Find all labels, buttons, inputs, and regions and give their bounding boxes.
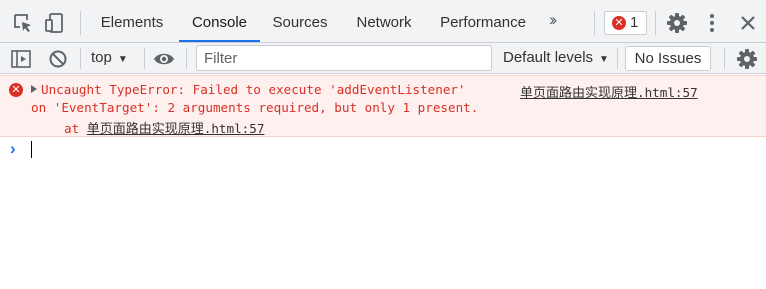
dropdown-arrow-icon: ▼ [599, 54, 609, 65]
stack-source-link[interactable]: 单页面路由实现原理.html:57 [86, 121, 265, 137]
toggle-sidebar-icon[interactable] [10, 48, 32, 70]
divider [594, 11, 595, 35]
stack-source-file-name: 单页面路由实现原理 [86, 122, 204, 137]
devtools-tab-bar: Elements Console Sources Network Perform… [0, 0, 766, 43]
source-location: .html:57 [637, 85, 698, 100]
more-tabs-chevron-icon[interactable]: ›› [549, 10, 558, 30]
stack-source-location: .html:57 [203, 121, 265, 136]
settings-gear-icon[interactable] [666, 12, 688, 34]
tab-network[interactable]: Network [347, 0, 421, 42]
context-label: top [91, 49, 112, 66]
stack-prefix: at [64, 121, 87, 136]
inspect-element-icon[interactable] [12, 12, 34, 34]
issues-button[interactable]: No Issues [625, 46, 711, 71]
close-icon[interactable] [737, 12, 759, 34]
error-count: 1 [630, 14, 639, 31]
tab-console[interactable]: Console [179, 0, 260, 42]
divider [144, 48, 145, 69]
console-error-message: ✕ Uncaught TypeError: Failed to execute … [0, 75, 766, 137]
tab-elements[interactable]: Elements [89, 0, 175, 42]
log-levels-label: Default levels [503, 49, 594, 66]
divider [80, 11, 81, 35]
divider [617, 48, 618, 69]
expand-triangle-icon[interactable] [31, 85, 37, 93]
devtools-panel: Elements Console Sources Network Perform… [0, 0, 766, 289]
error-circle-icon: ✕ [612, 16, 626, 30]
error-source-link[interactable]: 单页面路由实现原理.html:57 [520, 82, 698, 101]
tab-performance[interactable]: Performance [433, 0, 533, 42]
filter-input[interactable] [196, 45, 492, 71]
dropdown-arrow-icon: ▼ [117, 54, 128, 65]
error-first-line: Uncaught TypeError: Failed to execute 'a… [31, 82, 466, 97]
log-levels-dropdown[interactable]: Default levels ▼ [503, 49, 609, 66]
console-toolbar: top ▼ Default levels ▼ No Issues [0, 43, 766, 74]
context-selector[interactable]: top ▼ [91, 49, 128, 66]
text-cursor [31, 141, 32, 158]
divider [655, 11, 656, 35]
console-settings-gear-icon[interactable] [736, 48, 758, 70]
tab-sources[interactable]: Sources [264, 0, 336, 42]
more-options-icon[interactable] [701, 12, 723, 34]
error-stack-trace: at 单页面路由实现原理.html:57 [64, 118, 264, 137]
clear-console-icon[interactable] [47, 48, 69, 70]
error-counter-button[interactable]: ✕ 1 [604, 11, 647, 35]
divider [724, 48, 725, 69]
device-toolbar-icon[interactable] [44, 12, 66, 34]
divider [186, 48, 187, 69]
live-expression-eye-icon[interactable] [153, 48, 175, 70]
error-text-line1: Uncaught TypeError: Failed to execute 'a… [41, 82, 466, 97]
console-prompt[interactable]: › [0, 138, 766, 160]
prompt-chevron-icon: › [10, 139, 16, 158]
divider [80, 48, 81, 69]
error-circle-icon: ✕ [9, 83, 23, 97]
error-text-line2: on 'EventTarget': 2 arguments required, … [31, 100, 479, 115]
source-file-name: 单页面路由实现原理 [520, 86, 638, 101]
